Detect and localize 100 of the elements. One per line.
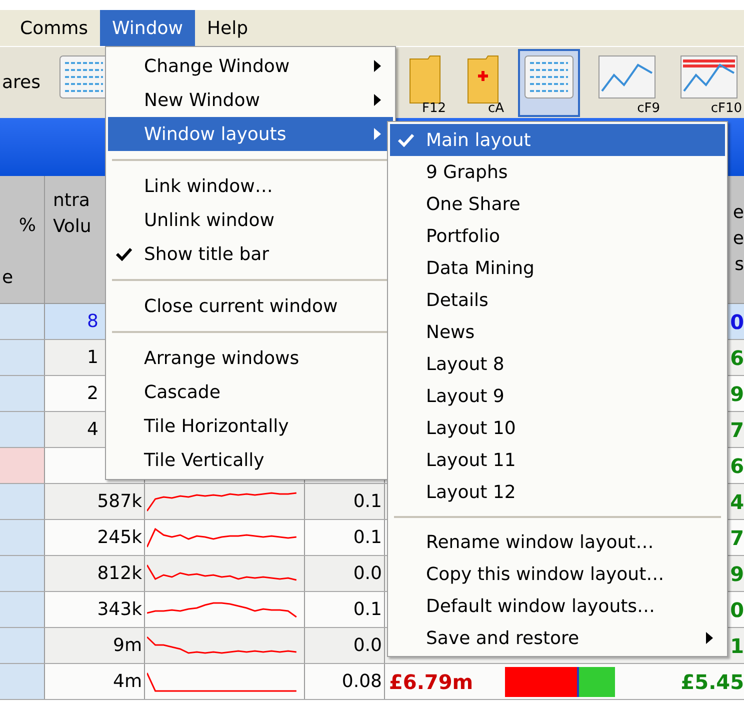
menu-item-label: Portfolio xyxy=(425,224,502,248)
table-cell-text: 1 xyxy=(730,632,744,660)
menu-item[interactable]: Data Mining xyxy=(390,252,725,284)
menu-item[interactable]: Rename window layout… xyxy=(390,526,725,558)
submenu-arrow-icon xyxy=(374,60,381,72)
shortcut-label: F12 xyxy=(422,102,446,114)
menu-item-label: Change Window xyxy=(143,54,291,78)
menu-item-label: Tile Vertically xyxy=(143,448,266,472)
toolbar-button[interactable]: cA xyxy=(460,48,506,116)
menu-item-label: Arrange windows xyxy=(143,346,300,370)
menu-item[interactable]: 9 Graphs xyxy=(390,156,725,188)
menu-item-label: Window layouts xyxy=(143,122,288,146)
menu-item[interactable]: Portfolio xyxy=(390,220,725,252)
menu-item-label: Tile Horizontally xyxy=(143,414,290,438)
menu-item-label: Layout 9 xyxy=(425,384,506,408)
table-row[interactable]: 4m 0.08 £6.79m £5.45 xyxy=(0,664,744,700)
table-cell-text: 2 xyxy=(87,382,98,406)
checkmark-icon xyxy=(398,133,414,147)
checkmark-icon xyxy=(116,247,132,261)
shortcut-label: cF9 xyxy=(637,102,660,114)
table-cell-text: 0 xyxy=(730,596,744,624)
table-cell-text: 0.1 xyxy=(353,490,382,514)
table-cell-text: 9 xyxy=(730,560,744,588)
table-cell-text: £6.79m xyxy=(389,668,474,696)
menu-item-label: Layout 11 xyxy=(425,448,517,472)
menu-item-label: Rename window layout… xyxy=(425,530,655,554)
table-cell-text: 6 xyxy=(730,344,744,372)
menu-item-label: Close current window xyxy=(143,294,339,318)
table-cell-text: 0.08 xyxy=(342,670,382,694)
menu-bar-item[interactable]: Window xyxy=(100,10,196,46)
column-heading: e xyxy=(2,266,14,290)
menu-item-label: Layout 10 xyxy=(425,416,517,440)
table-cell-text: 0.0 xyxy=(353,562,382,586)
menu-item-label: One Share xyxy=(425,192,522,216)
menu-item[interactable]: Change Window xyxy=(108,49,393,83)
table-cell-text: 0.0 xyxy=(353,634,382,658)
menu-item-label: Cascade xyxy=(143,380,222,404)
menu-item[interactable]: Copy this window layout… xyxy=(390,558,725,590)
menu-item-label: Unlink window xyxy=(143,208,276,232)
chart-icon xyxy=(680,54,738,98)
table-cell-text: 9 xyxy=(730,380,744,408)
table-cell-text: 7 xyxy=(730,524,744,552)
table-cell-text: 4 xyxy=(87,418,98,442)
menu-item[interactable]: Details xyxy=(390,284,725,316)
column-heading: e xyxy=(732,227,744,251)
toolbar-button[interactable]: cF10 xyxy=(674,48,744,116)
table-cell-text: 0.1 xyxy=(353,526,382,550)
menu-item-label: Default window layouts… xyxy=(425,594,656,618)
menu-item-label: New Window xyxy=(143,88,261,112)
table-cell-text: 245k xyxy=(97,526,142,550)
menu-item-label: Layout 8 xyxy=(425,352,506,376)
toolbar-button[interactable]: F12 xyxy=(402,48,448,116)
table-cell-text: 812k xyxy=(97,562,142,586)
submenu-arrow-icon xyxy=(706,632,713,644)
menu-item-label: Link window… xyxy=(143,174,274,198)
menu-item[interactable]: Layout 11 xyxy=(390,444,725,476)
table-cell-text: 4m xyxy=(113,670,142,694)
column-heading: % xyxy=(18,214,36,238)
menu-item-label: Save and restore xyxy=(425,626,580,650)
menu-item[interactable]: Layout 8 xyxy=(390,348,725,380)
toolbar-label: ares xyxy=(2,71,40,95)
menu-item[interactable]: New Window xyxy=(108,83,393,117)
menu-bar-item[interactable]: Help xyxy=(195,10,260,46)
menu-item-label: Show title bar xyxy=(143,242,270,266)
table-cell-text: 1 xyxy=(87,346,98,370)
table-cell-text: £5.45 xyxy=(680,668,744,696)
column-heading: s xyxy=(734,253,744,277)
menu-item[interactable]: One Share xyxy=(390,188,725,220)
column-heading: e xyxy=(732,201,744,225)
table-cell-text: 8 xyxy=(87,310,98,334)
table-cell-text: 0 xyxy=(730,308,744,336)
toolbar-button[interactable]: cF9 xyxy=(592,48,662,116)
shortcut-label: cA xyxy=(488,102,504,114)
table-cell-text: 7 xyxy=(730,416,744,444)
submenu-arrow-icon xyxy=(374,94,381,106)
menu-item-label: Copy this window layout… xyxy=(425,562,666,586)
menu-item-label: News xyxy=(425,320,476,344)
menu-item[interactable]: Layout 10 xyxy=(390,412,725,444)
list-icon xyxy=(524,54,574,98)
column-heading: ntra xyxy=(53,189,91,213)
menu-item-label: Details xyxy=(425,288,490,312)
column-heading: Volu xyxy=(53,215,92,239)
menu-item-label: Main layout xyxy=(425,128,532,152)
menu-item-label: Data Mining xyxy=(425,256,536,280)
menu-item[interactable]: Main layout xyxy=(390,124,725,156)
menu-bar-item[interactable]: Comms xyxy=(8,10,100,46)
table-cell-text: 9m xyxy=(113,634,142,658)
folder-icon xyxy=(466,54,500,104)
menu-item[interactable]: Window layouts xyxy=(108,117,393,151)
menu-item-label: 9 Graphs xyxy=(425,160,509,184)
submenu-arrow-icon xyxy=(374,128,381,140)
menu-item[interactable]: Layout 9 xyxy=(390,380,725,412)
toolbar-button[interactable] xyxy=(518,48,580,116)
menu-item[interactable]: News xyxy=(390,316,725,348)
table-cell-text: 587k xyxy=(97,490,142,514)
menu-item[interactable]: Default window layouts… xyxy=(390,590,725,622)
table-cell-text: 0.1 xyxy=(353,598,382,622)
table-cell-text: 343k xyxy=(97,598,142,622)
shortcut-label: cF10 xyxy=(710,102,742,114)
table-cell-text: 6 xyxy=(730,452,744,480)
